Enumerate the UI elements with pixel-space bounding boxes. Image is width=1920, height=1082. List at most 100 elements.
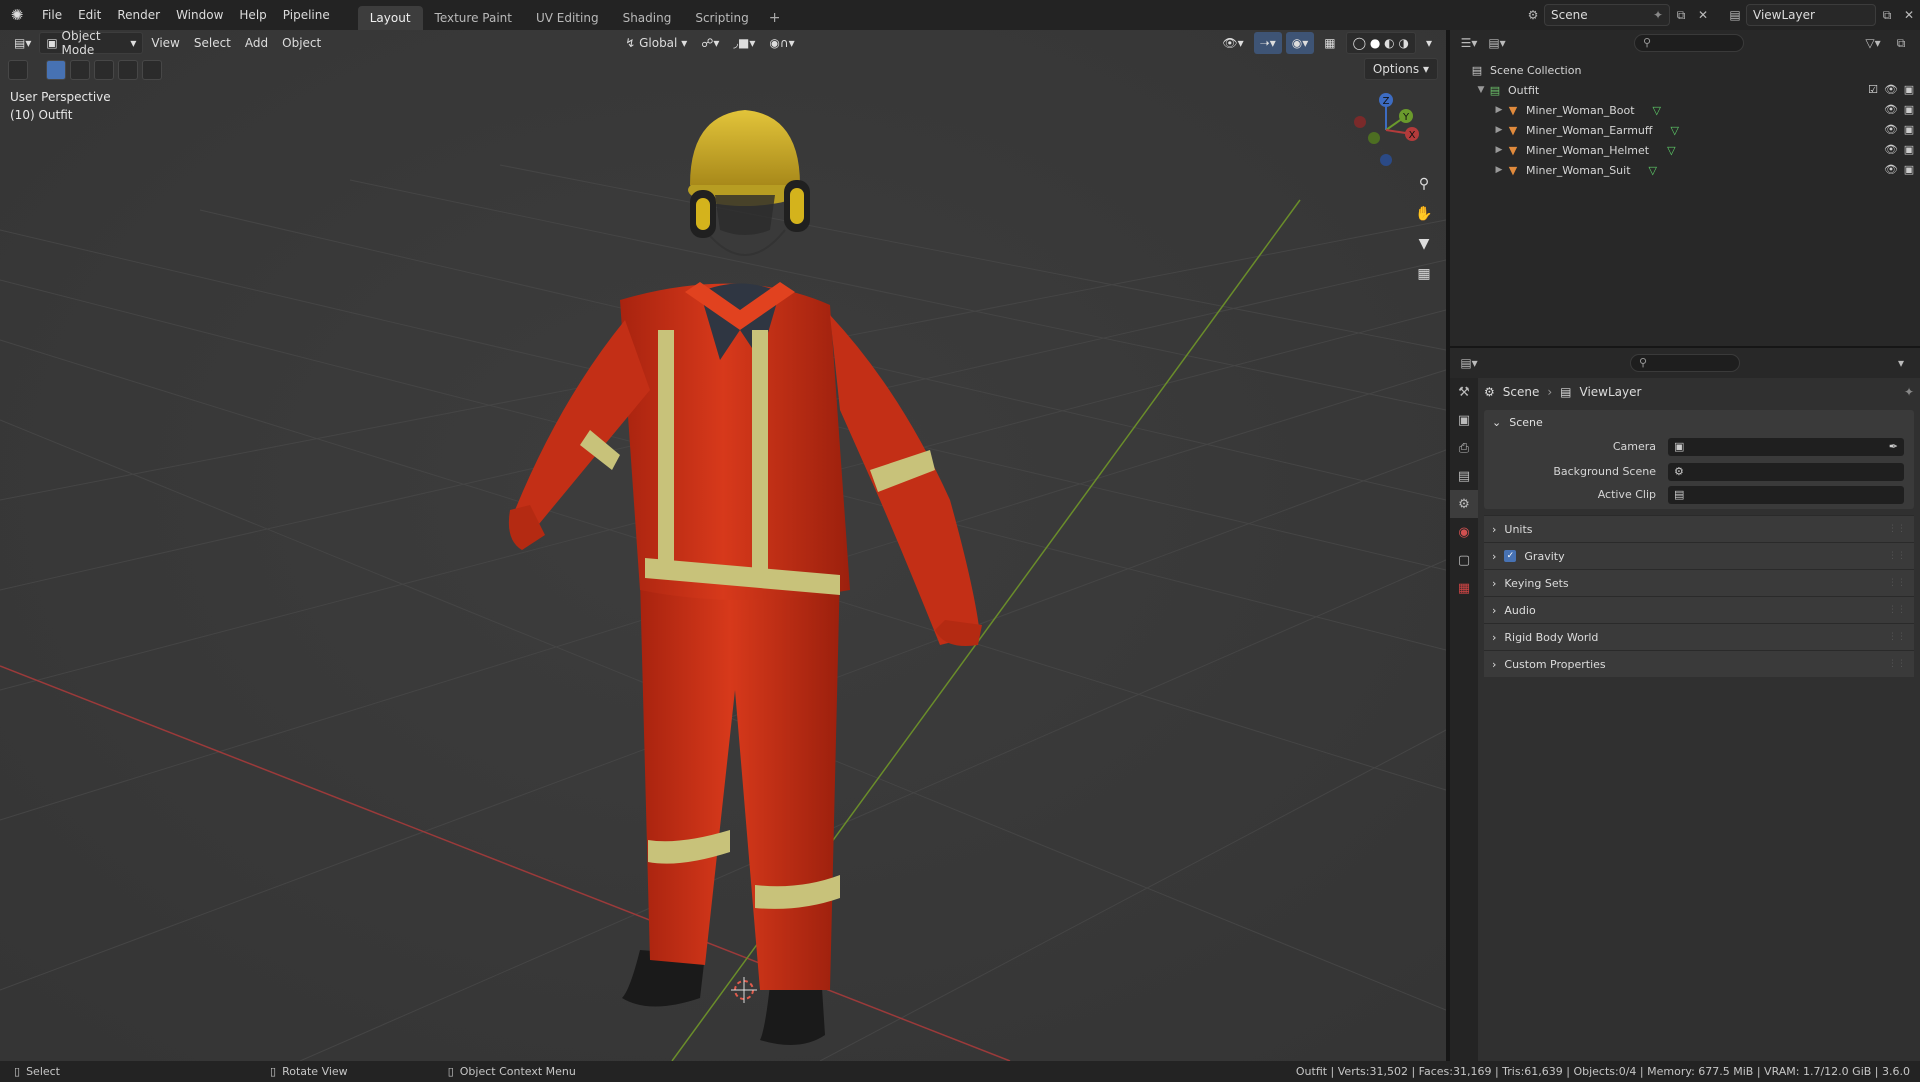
pivot-point-icon[interactable]: ☍▾ [695, 32, 725, 54]
visibility-eye-icon[interactable]: 👁 [1884, 163, 1898, 177]
area-divider[interactable] [1446, 30, 1450, 1061]
menu-object[interactable]: Object [276, 32, 327, 54]
editor-type-button[interactable]: ▤▾ [8, 32, 37, 54]
scene-icon[interactable]: ⚙ [1522, 4, 1544, 26]
visibility-eye-icon[interactable]: 👁 [1884, 143, 1898, 157]
xray-toggle-icon[interactable]: ▦ [1318, 32, 1341, 54]
pin-icon[interactable]: ✦ [1653, 8, 1663, 22]
outliner-editor-type-icon[interactable]: ☰▾ [1458, 32, 1480, 54]
gizmo-neg-y[interactable] [1368, 132, 1380, 144]
scene-collection-row[interactable]: ▤ Scene Collection [1450, 60, 1920, 80]
menu-edit[interactable]: Edit [70, 0, 109, 30]
view-layer-selector[interactable]: ViewLayer [1746, 4, 1876, 26]
expand-icon[interactable]: ▶ [1492, 165, 1506, 175]
options-dropdown[interactable]: Options ▾ [1363, 58, 1438, 80]
output-tab-icon[interactable]: ⎙ [1450, 434, 1478, 462]
gravity-checkbox[interactable]: ✓ [1504, 550, 1517, 562]
expand-icon[interactable]: ▼ [1474, 85, 1488, 95]
menu-select[interactable]: Select [188, 32, 237, 54]
camera-view-icon[interactable]: ▼ [1412, 232, 1436, 256]
blender-logo-icon[interactable]: ✺ [0, 0, 34, 30]
3d-viewport[interactable]: ▤▾ ▣ Object Mode ▾ View Select Add Object… [0, 30, 1446, 1061]
overlay-toggle-icon[interactable]: ◉▾ [1285, 32, 1315, 54]
add-workspace-button[interactable]: + [761, 6, 789, 30]
mesh-data-icon[interactable]: ▽ [1670, 124, 1678, 137]
perspective-grid-icon[interactable]: ▦ [1412, 262, 1436, 286]
panel-gravity[interactable]: › ✓ Gravity ⋮⋮ [1484, 542, 1914, 569]
drag-grip-icon[interactable]: ⋮⋮ [1888, 605, 1906, 615]
active-clip-field[interactable]: ▤ [1668, 485, 1904, 504]
exclude-checkbox-icon[interactable]: ☑ [1866, 83, 1880, 97]
panel-custom-properties[interactable]: › Custom Properties ⋮⋮ [1484, 650, 1914, 677]
drag-grip-icon[interactable]: ⋮⋮ [1888, 551, 1906, 561]
render-monitor-icon[interactable]: ▣ [1902, 143, 1916, 157]
material-shading-icon[interactable]: ◐ [1384, 36, 1394, 50]
select-invert-icon[interactable] [118, 60, 138, 80]
eyedropper-icon[interactable]: ✒ [1889, 440, 1898, 453]
select-intersect-icon[interactable] [142, 60, 162, 80]
background-scene-field[interactable]: ⚙ [1668, 462, 1904, 481]
visibility-eye-icon[interactable]: 👁 [1884, 123, 1898, 137]
render-monitor-icon[interactable]: ▣ [1902, 103, 1916, 117]
shading-mode-buttons[interactable]: ◯ ● ◐ ◑ [1345, 32, 1416, 54]
breadcrumb-view-layer[interactable]: ViewLayer [1580, 385, 1642, 399]
collection-tab-icon[interactable]: ▢ [1450, 546, 1478, 574]
select-subtract-icon[interactable] [94, 60, 114, 80]
display-mode-icon[interactable]: ▤▾ [1486, 32, 1508, 54]
render-tab-icon[interactable]: ▣ [1450, 406, 1478, 434]
area-divider[interactable] [1450, 346, 1920, 348]
select-tool-icon[interactable] [8, 60, 28, 80]
visibility-eye-icon[interactable]: 👁 [1884, 83, 1898, 97]
panel-keying-sets[interactable]: › Keying Sets ⋮⋮ [1484, 569, 1914, 596]
panel-audio[interactable]: › Audio ⋮⋮ [1484, 596, 1914, 623]
menu-help[interactable]: Help [231, 0, 274, 30]
mesh-data-icon[interactable]: ▽ [1667, 144, 1675, 157]
outliner-item-suit[interactable]: ▶ ▼ Miner_Woman_Suit ▽ 👁 ▣ [1450, 160, 1920, 180]
snap-icon[interactable]: ◞■▾ [727, 32, 761, 54]
mesh-data-icon[interactable]: ▽ [1649, 164, 1657, 177]
menu-file[interactable]: File [34, 0, 70, 30]
rendered-shading-icon[interactable]: ◑ [1398, 36, 1408, 50]
camera-field[interactable]: ▣ ✒ [1668, 437, 1904, 456]
gizmo-neg-x[interactable] [1354, 116, 1366, 128]
new-scene-icon[interactable]: ⧉ [1670, 4, 1692, 26]
menu-pipeline[interactable]: Pipeline [275, 0, 338, 30]
outliner-item-helmet[interactable]: ▶ ▼ Miner_Woman_Helmet ▽ 👁 ▣ [1450, 140, 1920, 160]
visibility-eye-icon[interactable]: 👁 [1884, 103, 1898, 117]
chevron-down-icon[interactable]: ▾ [1890, 352, 1912, 374]
navigation-gizmo[interactable]: Z Y X [1346, 90, 1426, 170]
tab-shading[interactable]: Shading [611, 6, 684, 30]
solid-shading-icon[interactable]: ● [1370, 36, 1380, 50]
gizmo-toggle-icon[interactable]: ➝▾ [1253, 32, 1282, 54]
scene-panel-header[interactable]: ⌄ Scene [1484, 410, 1914, 434]
tab-uv-editing[interactable]: UV Editing [524, 6, 611, 30]
filter-icon[interactable]: ▽▾ [1862, 32, 1884, 54]
panel-rigid-body-world[interactable]: › Rigid Body World ⋮⋮ [1484, 623, 1914, 650]
world-tab-icon[interactable]: ◉ [1450, 518, 1478, 546]
proportional-editing-icon[interactable]: ◉∩▾ [763, 32, 800, 54]
select-new-icon[interactable] [46, 60, 66, 80]
tab-scripting[interactable]: Scripting [683, 6, 760, 30]
expand-icon[interactable]: ▶ [1492, 145, 1506, 155]
render-monitor-icon[interactable]: ▣ [1902, 163, 1916, 177]
object-mode-dropdown[interactable]: ▣ Object Mode ▾ [39, 30, 144, 57]
menu-render[interactable]: Render [109, 0, 168, 30]
render-monitor-icon[interactable]: ▣ [1902, 123, 1916, 137]
drag-grip-icon[interactable]: ⋮⋮ [1888, 632, 1906, 642]
view-layer-icon[interactable]: ▤ [1724, 4, 1746, 26]
panel-units[interactable]: › Units ⋮⋮ [1484, 515, 1914, 542]
new-view-layer-icon[interactable]: ⧉ [1876, 4, 1898, 26]
wireframe-shading-icon[interactable]: ◯ [1353, 36, 1366, 50]
breadcrumb-scene[interactable]: Scene [1503, 385, 1540, 399]
properties-search-input[interactable]: ⚲ [1630, 354, 1740, 372]
tab-layout[interactable]: Layout [357, 6, 423, 30]
delete-view-layer-icon[interactable]: ✕ [1898, 4, 1920, 26]
scene-tab-icon[interactable]: ⚙ [1450, 490, 1478, 518]
shading-options-icon[interactable]: ▾ [1420, 32, 1438, 54]
select-extend-icon[interactable] [70, 60, 90, 80]
tab-texture-paint[interactable]: Texture Paint [423, 6, 524, 30]
new-collection-icon[interactable]: ⧉ [1890, 32, 1912, 54]
menu-add[interactable]: Add [239, 32, 274, 54]
scene-selector[interactable]: Scene ✦ [1544, 4, 1670, 26]
collection-row-outfit[interactable]: ▼ ▤ Outfit ☑ 👁 ▣ [1450, 80, 1920, 100]
